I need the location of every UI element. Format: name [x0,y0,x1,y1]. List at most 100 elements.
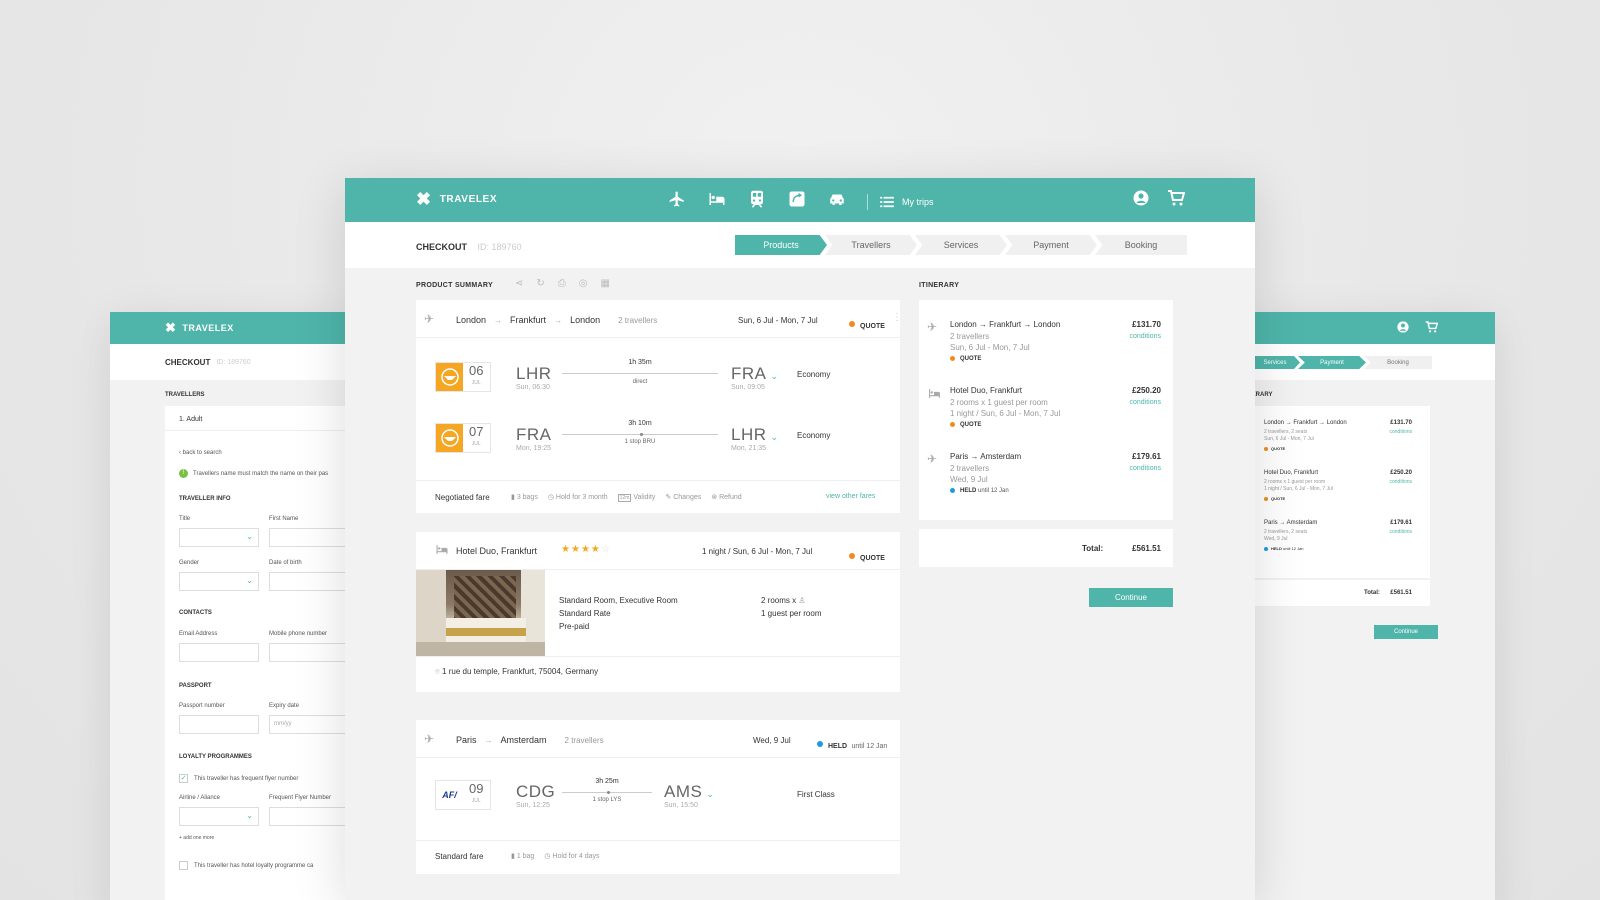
leg-date-box: AF/ 09 JUL [435,780,491,810]
itinerary-item-price: £250.20 [1132,386,1161,395]
car-icon[interactable] [827,191,847,212]
summary-tools: ⋖ ↻ ⎙ ◎ ▦ [515,278,610,289]
origin-code: LHR [516,364,552,383]
my-trips-link[interactable]: My trips [880,196,934,208]
star-icon: ★ [590,544,601,555]
left-logo[interactable]: ✖ TRAVELEX [165,320,234,336]
hotel-loyalty-row[interactable]: This traveller has hotel loyalty program… [179,861,313,870]
destination-code: FRA [731,364,767,383]
cart-icon[interactable] [1167,190,1186,211]
leg-duration: 1h 35m [628,359,652,366]
ff-checkbox[interactable]: ✓ [179,774,188,783]
chevron-down-icon[interactable]: ⌄ [771,432,779,442]
plane-icon[interactable] [667,190,687,213]
right-item-title: Hotel Duo, Frankfurt [1264,470,1319,476]
gender-select[interactable]: ⌄ [179,572,259,591]
expiry-label: Expiry date [269,703,300,709]
dob-label: Date of birth [269,560,302,566]
step-payment[interactable]: Payment [1005,235,1097,255]
check-circle-icon[interactable]: ◎ [579,278,588,289]
expiry-field[interactable]: mm/yy [269,715,355,734]
airline-label: Airline / Aliance [179,795,221,801]
left-checkout-title: CHECKOUT [165,357,211,367]
leg-date: 07 JUL [469,425,483,450]
cart-icon[interactable] [1425,320,1439,336]
mini-step-payment[interactable]: Payment [1298,356,1366,369]
train-icon[interactable] [747,190,767,213]
chevron-down-icon[interactable]: ⌄ [771,371,779,381]
right-conditions-link[interactable]: conditions [1389,429,1412,435]
passport-number-field[interactable] [179,715,259,734]
step-services[interactable]: Services [915,235,1007,255]
step-products[interactable]: Products [735,235,827,255]
user-icon[interactable] [1397,320,1409,336]
ff-number-field[interactable] [269,807,355,826]
flight-dates: Sun, 6 Jul - Mon, 7 Jul [738,316,818,325]
step-booking[interactable]: Booking [1095,235,1187,255]
status-note: until 12 Jan [978,488,1009,495]
itinerary-item-title: Hotel Duo, Frankfurt [950,386,1023,395]
hotel-loyalty-checkbox[interactable] [179,861,188,870]
title-select[interactable]: ⌄ [179,528,259,547]
leg-date-box: 06 JUL [435,362,491,392]
right-continue-button[interactable]: Continue [1374,625,1438,639]
bed-icon[interactable] [707,191,727,212]
product-summary-label: PRODUCT SUMMARY [416,282,493,289]
user-actions [1133,190,1186,211]
user-icon[interactable] [1133,190,1149,211]
fare-item-text: Changes [673,494,702,501]
chevron-down-icon: ⌄ [246,811,253,820]
dob-field[interactable] [269,572,355,591]
status-note: until 12 Jan [1283,546,1304,551]
back-to-search-link[interactable]: ‹ back to search [179,450,222,456]
conditions-link[interactable]: conditions [1129,399,1161,406]
share-icon[interactable]: ⋖ [515,278,523,289]
refresh-icon[interactable]: ↻ [536,278,544,289]
more-options-icon[interactable]: ⋮ [892,312,902,323]
plane-icon: ✈ [927,452,938,466]
status-text: QUOTE [1271,496,1286,501]
mini-step-booking[interactable]: Booking [1364,356,1432,369]
print-icon[interactable]: ⎙ [558,278,566,289]
chevron-down-icon: ⌄ [246,576,253,585]
right-subbar: Services Payment Booking [1250,344,1495,380]
mini-step-services[interactable]: Services [1250,356,1300,369]
leg-duration: 3h 10m [628,420,652,427]
right-conditions-link[interactable]: conditions [1389,479,1412,485]
leg-destination: LHR ⌄ Mon, 21:35 [731,425,779,452]
divider [416,757,900,758]
mobile-field[interactable] [269,643,355,662]
fare-item: ▮ 1 bag [511,852,534,860]
first-name-field[interactable] [269,528,355,547]
hotel-address-text: 1 rue du temple, Frankfurt, 75004, Germa… [442,667,599,676]
right-item-line: 1 night / Sun, 6 Jul - Mon, 7 Jul [1264,486,1333,492]
fare-item-text: Refund [719,494,742,501]
arrow-right-icon: → [494,315,503,325]
conditions-link[interactable]: conditions [1129,465,1161,472]
calendar-icon[interactable]: ▦ [601,278,610,289]
star-empty-icon: ☆ [600,544,611,555]
ff-checkbox-row[interactable]: ✓ This traveller has frequent flyer numb… [179,774,298,783]
divider [416,656,900,657]
status-text: HELD [1271,546,1282,551]
add-one-more-link[interactable]: + add one more [179,835,214,841]
traveller-heading: 1. Adult [179,416,203,423]
view-other-fares-link[interactable]: view other fares [826,493,875,500]
right-item-status: QUOTE [1264,496,1285,501]
hotel-name: Hotel Duo, Frankfurt [456,546,538,556]
cabin-class: First Class [797,790,835,799]
leg-month: JUL [471,380,481,386]
continue-button[interactable]: Continue [1089,588,1173,607]
conditions-link[interactable]: conditions [1129,333,1161,340]
first-name-label: First Name [269,516,299,522]
step-travellers[interactable]: Travellers [825,235,917,255]
right-conditions-link[interactable]: conditions [1389,529,1412,535]
main-logo[interactable]: ✖ TRAVELEX [416,190,497,208]
left-topbar: ✖ TRAVELEX [110,312,355,344]
hotel-photo[interactable] [416,570,545,656]
car-rental-icon[interactable] [787,190,807,213]
chevron-down-icon[interactable]: ⌄ [706,789,714,799]
fare-item: ⊛ Refund [711,493,741,501]
email-field[interactable] [179,643,259,662]
airline-select[interactable]: ⌄ [179,807,259,826]
